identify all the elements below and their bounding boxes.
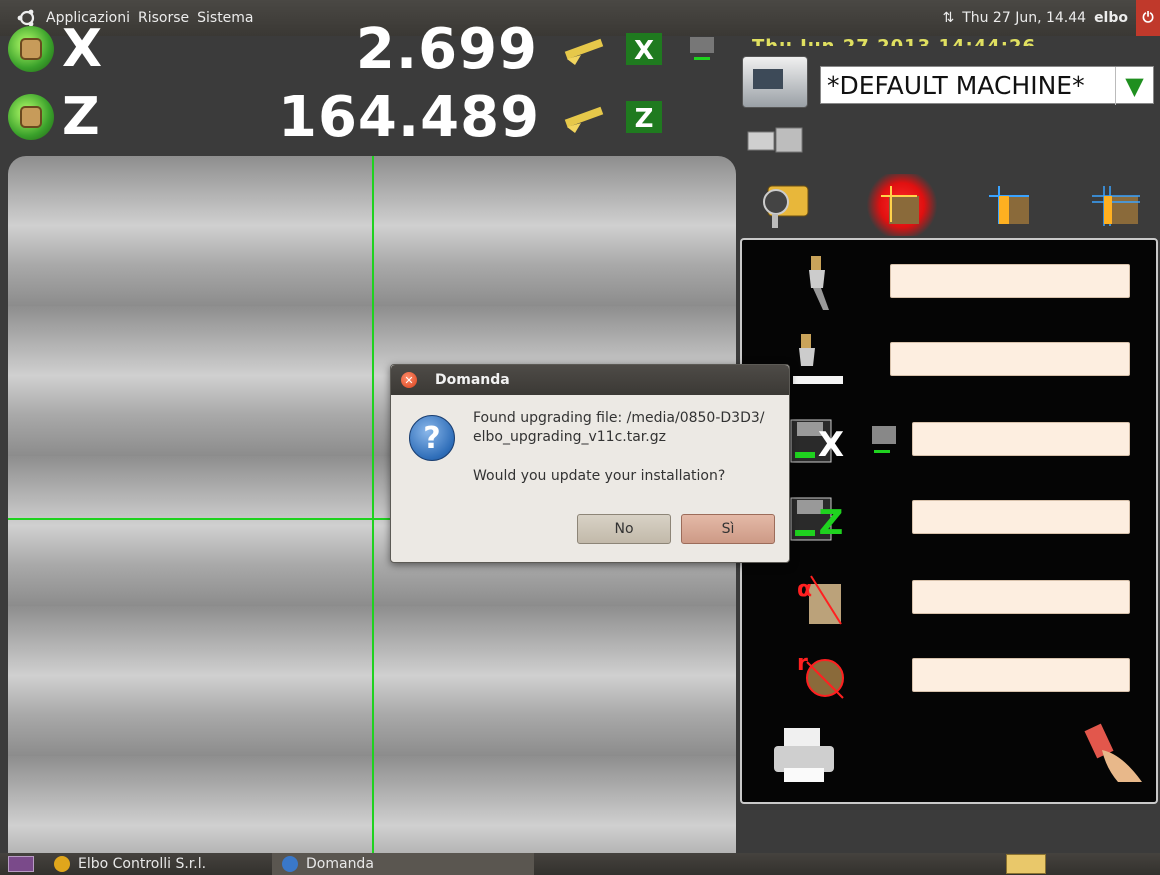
svg-text:α: α — [797, 577, 812, 602]
question-icon: ? — [409, 415, 455, 461]
probe-icon[interactable] — [864, 420, 904, 458]
axis-row-x: X 2.699 X — [8, 17, 728, 82]
measure-tape-x-icon[interactable] — [560, 29, 608, 69]
clock[interactable]: Thu 27 Jun, 14.44 — [962, 10, 1086, 26]
dialog-question: Would you update your installation? — [473, 468, 726, 484]
param-field-5[interactable] — [912, 580, 1130, 614]
param-row-radius: r — [742, 642, 1156, 712]
param-field-3[interactable] — [912, 422, 1130, 456]
chevron-down-icon[interactable]: ▼ — [1115, 67, 1153, 105]
network-arrows-icon[interactable]: ⇅ — [942, 10, 954, 26]
svg-text:X: X — [634, 36, 654, 66]
param-row-z-offset: Z — [742, 484, 1156, 554]
power-icon[interactable]: ⏻ — [1136, 0, 1160, 36]
bottom-panel: Elbo Controlli S.r.l. Domanda — [0, 853, 1160, 875]
param-row-angle: α — [742, 564, 1156, 634]
tool-camera-icon[interactable] — [750, 174, 818, 236]
measure-tape-z-icon[interactable] — [560, 97, 608, 137]
taskbar-item-domanda[interactable]: Domanda — [272, 853, 534, 875]
panel-bottom-bar — [742, 716, 1156, 802]
param-field-4[interactable] — [912, 500, 1130, 534]
mode-offset-icon[interactable] — [1082, 174, 1150, 236]
axis-x-value: 2.699 — [355, 16, 538, 82]
svg-text:Z: Z — [819, 503, 844, 543]
machine-icon[interactable] — [742, 56, 808, 108]
set-x-icon[interactable]: X — [620, 29, 668, 69]
axis-row-z: Z 164.489 Z — [8, 85, 728, 150]
axis-z-letter: Z — [62, 87, 100, 147]
taskbar-label-elbo: Elbo Controlli S.r.l. — [78, 856, 207, 872]
question-small-icon — [282, 856, 298, 872]
drill-bit-icon — [782, 254, 852, 312]
param-row-tool-length — [742, 248, 1156, 318]
axis-z-value: 164.489 — [278, 84, 541, 150]
svg-text:X: X — [818, 425, 844, 465]
dialog-message-line-1: Found upgrading file: /media/0850-D3D3/ — [473, 410, 765, 426]
taskbar-label-domanda: Domanda — [306, 856, 374, 872]
machine-selector[interactable]: *DEFAULT MACHINE* ▼ — [820, 66, 1154, 105]
date-readout: Thu Jun 27 2013 14:44:26 — [752, 36, 1036, 46]
crosshair-vertical — [372, 156, 374, 875]
workspace-switcher[interactable] — [1006, 854, 1046, 874]
save-x-icon: X — [782, 412, 852, 470]
set-z-icon[interactable]: Z — [620, 97, 668, 137]
save-z-icon: Z — [782, 490, 852, 548]
tool-angle-icon: α — [782, 570, 852, 628]
dialog-message-line-2: elbo_upgrading_v11c.tar.gz — [473, 429, 666, 445]
eraser-hand-icon[interactable] — [1082, 720, 1148, 786]
show-desktop-icon[interactable] — [8, 856, 34, 872]
top-right-tray: ⇅ Thu 27 Jun, 14.44 elbo ⏻ — [942, 0, 1160, 36]
svg-text:r: r — [797, 651, 808, 676]
probe-x-icon[interactable] — [678, 29, 726, 69]
drill-bit-reference-icon — [782, 332, 852, 390]
dialog-message: Found upgrading file: /media/0850-D3D3/ … — [473, 409, 783, 447]
svg-text:Z: Z — [635, 104, 654, 134]
no-button[interactable]: No — [577, 514, 671, 544]
mode-corner-icon[interactable] — [976, 174, 1044, 236]
param-field-6[interactable] — [912, 658, 1130, 692]
param-field-2[interactable] — [890, 342, 1130, 376]
question-dialog: ✕ Domanda ? Found upgrading file: /media… — [390, 364, 790, 563]
param-row-tool-length-2 — [742, 326, 1156, 396]
taskbar-item-elbo[interactable]: Elbo Controlli S.r.l. — [44, 853, 262, 875]
axis-x-letter: X — [62, 19, 103, 79]
param-row-x-offset: X — [742, 406, 1156, 476]
user-name[interactable]: elbo — [1094, 10, 1128, 26]
close-icon[interactable]: ✕ — [401, 372, 417, 388]
dialog-title: Domanda — [435, 372, 510, 388]
axis-z-lock-icon[interactable] — [8, 94, 54, 140]
axis-x-lock-icon[interactable] — [8, 26, 54, 72]
machine-selected: *DEFAULT MACHINE* — [827, 70, 1085, 100]
tool-parameters-panel: X Z α r — [740, 238, 1158, 804]
tool-holder-icon[interactable] — [744, 124, 810, 158]
tool-radius-icon: r — [782, 648, 852, 706]
param-field-1[interactable] — [890, 264, 1130, 298]
mode-origin-active-icon[interactable] — [864, 174, 940, 236]
elbo-app-icon — [54, 856, 70, 872]
yes-button[interactable]: Sì — [681, 514, 775, 544]
printer-icon[interactable] — [770, 724, 838, 786]
dialog-titlebar: ✕ Domanda — [391, 365, 789, 395]
